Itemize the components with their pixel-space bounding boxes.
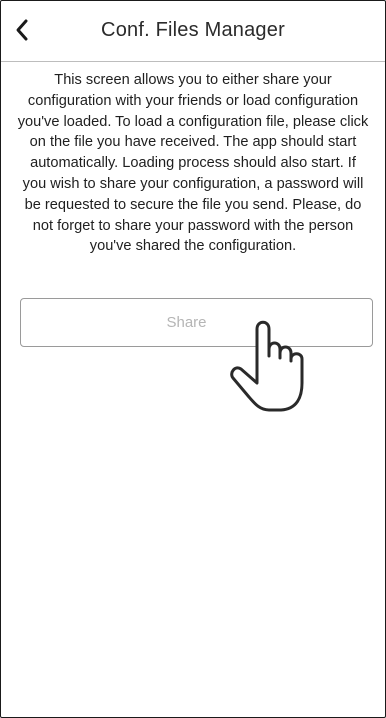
back-button[interactable] bbox=[7, 15, 37, 45]
screen-frame: Conf. Files Manager This screen allows y… bbox=[0, 0, 386, 718]
chevron-left-icon bbox=[16, 19, 28, 41]
share-button[interactable]: Share bbox=[20, 298, 373, 347]
description-text: This screen allows you to either share y… bbox=[17, 72, 369, 255]
share-button-label: Share bbox=[166, 314, 207, 331]
page-title: Conf. Files Manager bbox=[101, 18, 285, 41]
app-header: Conf. Files Manager bbox=[1, 1, 385, 62]
